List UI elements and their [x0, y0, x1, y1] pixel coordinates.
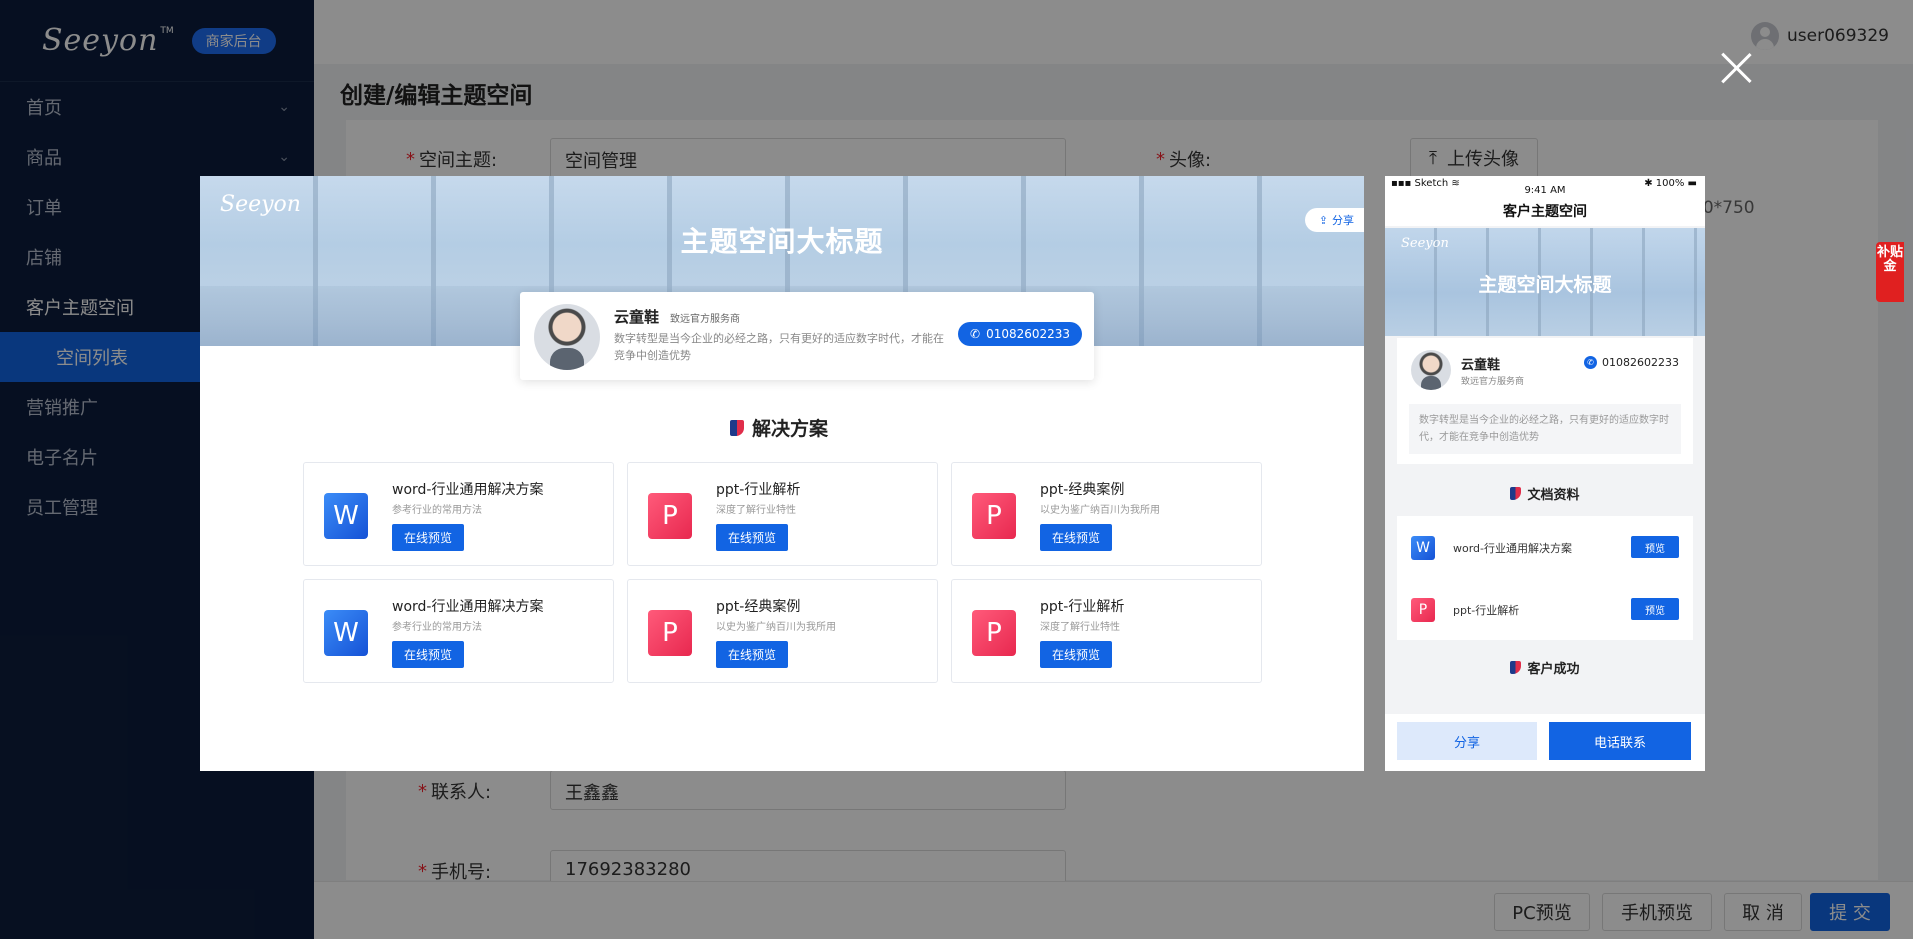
- online-preview-button[interactable]: 在线预览: [716, 524, 789, 551]
- preview-button[interactable]: 预览: [1631, 536, 1679, 558]
- ppt-icon: P: [972, 493, 1016, 539]
- battery-percent: 100%: [1655, 178, 1685, 189]
- card-title: ppt-经典案例: [1040, 482, 1125, 498]
- call-button[interactable]: 电话联系: [1549, 722, 1691, 760]
- word-icon: W: [324, 493, 368, 539]
- phone-header-title: 客户主题空间: [1503, 204, 1587, 220]
- word-icon: W: [324, 610, 368, 656]
- phone-number-link[interactable]: ✆ 01082602233: [1584, 356, 1679, 369]
- phone-button[interactable]: ✆ 01082602233: [958, 322, 1083, 346]
- word-icon: W: [1411, 536, 1435, 560]
- phone-bottom-bar: 分享 电话联系: [1385, 714, 1705, 771]
- phone-number: 01082602233: [986, 327, 1071, 341]
- battery-label: ✱ 100% ▬: [1644, 178, 1697, 189]
- card-title: word-行业通用解决方案: [392, 482, 544, 498]
- online-preview-button[interactable]: 在线预览: [392, 641, 465, 668]
- card-subtitle: 参考行业的常用方法: [392, 505, 482, 516]
- pc-logo: Seeyon: [220, 192, 301, 217]
- solution-card: P ppt-行业解析 深度了解行业特性 在线预览: [627, 462, 938, 566]
- phone-banner: Seeyon 主题空间大标题: [1385, 228, 1705, 336]
- phone-icon: ✆: [970, 327, 981, 341]
- card-subtitle: 以史为鉴广纳百川为我所用: [1040, 505, 1160, 516]
- phone-profile-card: 云童鞋 致远官方服务商 ✆ 01082602233 数字转型是当今企业的必经之路…: [1397, 338, 1693, 464]
- online-preview-button[interactable]: 在线预览: [1040, 641, 1113, 668]
- profile-org: 致远官方服务商: [1461, 377, 1525, 387]
- online-preview-button[interactable]: 在线预览: [716, 641, 789, 668]
- phone-logo: Seeyon: [1401, 236, 1449, 251]
- solution-card: P ppt-经典案例 以史为鉴广纳百川为我所用 在线预览: [951, 462, 1262, 566]
- section-logo-icon: [730, 419, 744, 436]
- avatar: [534, 304, 600, 370]
- phone-number: 01082602233: [1602, 356, 1679, 369]
- solution-card: P ppt-经典案例 以史为鉴广纳百川为我所用 在线预览: [627, 579, 938, 683]
- mobile-preview-panel: ▪▪▪ Sketch ≋ 9:41 AM ✱ 100% ▬ 客户主题空间 See…: [1385, 176, 1705, 771]
- success-section-title: 客户成功: [1385, 658, 1705, 677]
- solution-card: W word-行业通用解决方案 参考行业的常用方法 在线预览: [303, 579, 614, 683]
- section-title-text: 客户成功: [1527, 662, 1580, 677]
- card-title: ppt-行业解析: [716, 482, 801, 498]
- share-icon: ⇪: [1318, 213, 1328, 227]
- close-icon[interactable]: [1718, 50, 1754, 86]
- section-title-text: 解决方案: [752, 418, 829, 440]
- doc-title: word-行业通用解决方案: [1453, 542, 1573, 555]
- card-title: word-行业通用解决方案: [392, 599, 544, 615]
- card-title: ppt-经典案例: [716, 599, 801, 615]
- card-subtitle: 以史为鉴广纳百川为我所用: [716, 622, 836, 633]
- solution-card: P ppt-行业解析 深度了解行业特性 在线预览: [951, 579, 1262, 683]
- avatar: [1411, 350, 1451, 390]
- docs-section-title: 文档资料: [1385, 484, 1705, 503]
- preview-button[interactable]: 预览: [1631, 598, 1679, 620]
- section-title-text: 文档资料: [1527, 488, 1580, 503]
- phone-icon: ✆: [1584, 356, 1598, 369]
- pc-banner-title: 主题空间大标题: [680, 225, 884, 258]
- ppt-icon: P: [648, 493, 692, 539]
- ppt-icon: P: [1411, 598, 1435, 622]
- profile-desc: 数字转型是当今企业的必经之路，只有更好的适应数字时代，才能在竞争中创造优势: [1409, 404, 1681, 454]
- solution-card: W word-行业通用解决方案 参考行业的常用方法 在线预览: [303, 462, 614, 566]
- ppt-icon: P: [972, 610, 1016, 656]
- list-item: W word-行业通用解决方案 预览: [1397, 516, 1693, 576]
- pc-profile-card: 云童鞋 致远官方服务商 数字转型是当今企业的必经之路，只有更好的适应数字时代，才…: [520, 292, 1094, 380]
- doc-title: ppt-行业解析: [1453, 604, 1520, 617]
- pc-section-title: 解决方案: [730, 414, 828, 441]
- card-subtitle: 深度了解行业特性: [1040, 622, 1120, 633]
- card-subtitle: 深度了解行业特性: [716, 505, 796, 516]
- pc-share-button[interactable]: ⇪ 分享: [1304, 208, 1364, 232]
- pc-preview-panel: Seeyon 主题空间大标题 ⇪ 分享 云童鞋 致远官方服务商 数字转型是当今企…: [200, 176, 1364, 771]
- subsidy-tag[interactable]: 补贴金: [1876, 242, 1904, 302]
- phone-banner-title: 主题空间大标题: [1478, 274, 1612, 296]
- profile-org: 致远官方服务商: [670, 314, 740, 325]
- share-label: 分享: [1332, 214, 1354, 227]
- profile-name: 云童鞋: [614, 308, 660, 326]
- profile-name: 云童鞋: [1461, 358, 1501, 373]
- section-logo-icon: [1510, 661, 1522, 674]
- doc-list: W word-行业通用解决方案 预览 P ppt-行业解析 预览: [1397, 516, 1693, 640]
- section-logo-icon: [1510, 487, 1522, 500]
- list-item: P ppt-行业解析 预览: [1397, 578, 1693, 638]
- ppt-icon: P: [648, 610, 692, 656]
- card-subtitle: 参考行业的常用方法: [392, 622, 482, 633]
- profile-desc: 数字转型是当今企业的必经之路，只有更好的适应数字时代，才能在竞争中创造优势: [614, 332, 944, 362]
- online-preview-button[interactable]: 在线预览: [1040, 524, 1113, 551]
- online-preview-button[interactable]: 在线预览: [392, 524, 465, 551]
- card-title: ppt-行业解析: [1040, 599, 1125, 615]
- share-button[interactable]: 分享: [1397, 722, 1537, 760]
